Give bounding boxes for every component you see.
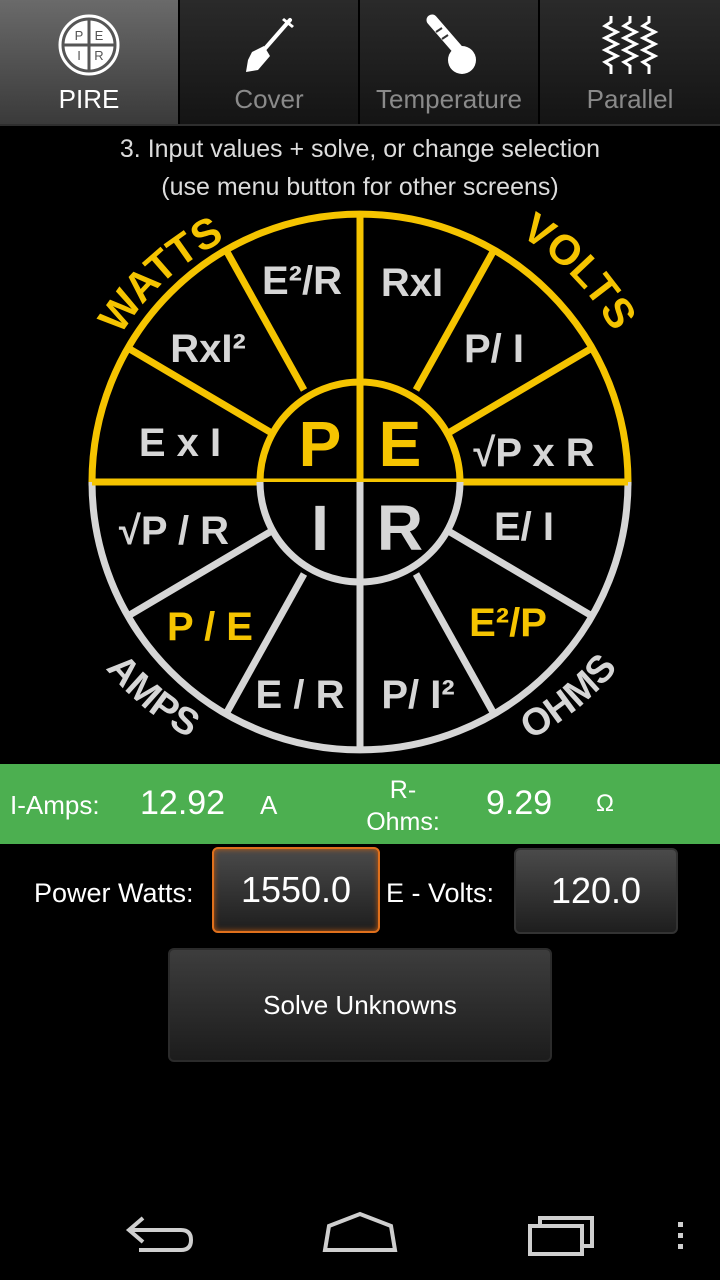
pire-wheel[interactable]: P E I R WATTS VOLTS AMPS OHMS E x I RxI²…	[80, 200, 640, 760]
volts-input[interactable]	[514, 848, 678, 934]
formula-ohms-pi2[interactable]: P/ I²	[381, 673, 454, 717]
tab-temperature-label: Temperature	[376, 84, 522, 114]
center-letter-p[interactable]: P	[299, 408, 342, 480]
instructions: 3. Input values + solve, or change selec…	[0, 130, 720, 206]
center-letter-r[interactable]: R	[377, 492, 423, 564]
tab-bar: P E I R PIRE Cover Temperature Parallel	[0, 0, 720, 126]
formula-amps-er[interactable]: E / R	[256, 673, 345, 717]
ohms-label-line-2: Ohms:	[366, 808, 440, 836]
ohms-label: R- Ohms:	[360, 774, 446, 838]
formula-watts-exi[interactable]: E x I	[139, 421, 221, 465]
recent-apps-icon[interactable]	[518, 1202, 608, 1262]
amps-value: 12.92	[140, 784, 226, 822]
formula-volts-sqrt-pxr[interactable]: √P x R	[473, 431, 594, 475]
power-watts-input[interactable]	[212, 847, 380, 933]
amps-unit: A	[260, 790, 278, 820]
tab-pire[interactable]: P E I R PIRE	[0, 0, 180, 124]
resistors-icon	[601, 16, 659, 74]
tab-pire-label: PIRE	[58, 84, 120, 114]
formula-ohms-e2p[interactable]: E²/P	[469, 601, 547, 645]
shovel-icon	[246, 18, 294, 72]
center-letter-i[interactable]: I	[311, 492, 329, 564]
formula-volts-pi[interactable]: P/ I	[464, 327, 524, 371]
power-watts-label: Power Watts:	[34, 878, 194, 908]
tab-parallel-label: Parallel	[586, 84, 674, 114]
tab-parallel[interactable]: Parallel	[540, 0, 720, 124]
formula-volts-rxi[interactable]: RxI	[381, 261, 443, 305]
formula-amps-pe[interactable]: P / E	[167, 605, 253, 649]
formula-amps-sqrt-pr[interactable]: √P / R	[119, 509, 229, 553]
amps-label: I-Amps:	[10, 790, 100, 820]
instructions-line-1: 3. Input values + solve, or change selec…	[119, 135, 601, 163]
formula-watts-e2r[interactable]: E²/R	[262, 259, 342, 303]
pire-icon-letter-r: R	[94, 48, 103, 63]
tab-temperature[interactable]: Temperature	[360, 0, 540, 124]
solve-unknowns-button[interactable]: Solve Unknowns	[168, 948, 552, 1062]
thermometer-icon	[426, 14, 476, 74]
ohms-value: 9.29	[486, 784, 553, 822]
ohms-unit: Ω	[596, 790, 614, 817]
tab-cover-label: Cover	[234, 84, 304, 114]
ohms-label-line-1: R-	[389, 776, 417, 804]
home-icon[interactable]	[315, 1202, 405, 1262]
pire-icon-letter-i: I	[77, 48, 81, 63]
overflow-menu-icon[interactable]	[650, 1202, 710, 1262]
pire-icon-letter-p: P	[75, 28, 84, 43]
back-icon[interactable]	[115, 1202, 205, 1262]
pire-icon-letter-e: E	[95, 28, 104, 43]
pire-wheel-icon: P E I R	[58, 14, 120, 76]
results-bar: I-Amps: 12.92 A R- Ohms: 9.29 Ω	[0, 764, 720, 844]
formula-watts-rxi2[interactable]: RxI²	[170, 327, 246, 371]
system-nav-bar	[0, 1184, 720, 1280]
center-letter-e[interactable]: E	[379, 408, 422, 480]
volts-label: E - Volts:	[386, 878, 495, 908]
tab-cover[interactable]: Cover	[180, 0, 360, 124]
formula-ohms-ei[interactable]: E/ I	[494, 505, 554, 549]
